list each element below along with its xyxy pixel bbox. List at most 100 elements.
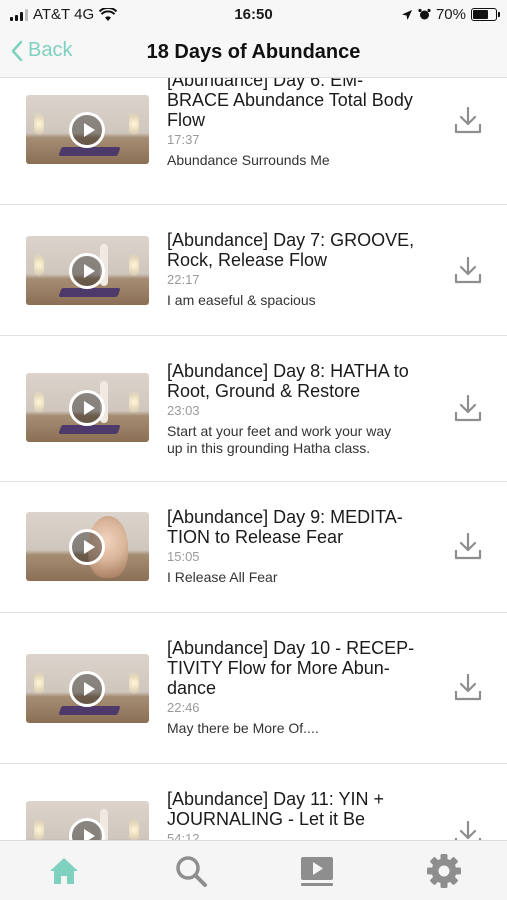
video-title-line: TIVITY Flow for More Abun- xyxy=(167,658,390,678)
thumbnail-lamp xyxy=(129,391,139,413)
download-button[interactable] xyxy=(453,672,483,702)
video-player-icon xyxy=(301,857,333,886)
video-description-line: I am easeful & spacious xyxy=(167,292,316,308)
video-description-line: Start at your feet and work your way xyxy=(167,423,392,439)
status-bar: AT&T 4G 16:50 70% xyxy=(0,0,507,30)
search-icon xyxy=(176,856,207,887)
location-arrow-icon xyxy=(401,9,412,20)
video-info: [Abundance] Day 10 - RECEP- TIVITY Flow f… xyxy=(167,638,445,737)
download-button[interactable] xyxy=(453,393,483,423)
download-icon xyxy=(454,820,482,840)
tab-home[interactable] xyxy=(46,853,82,889)
video-row[interactable]: [Abundance] Day 8: HATHA to Root, Ground … xyxy=(0,336,507,482)
video-title-line: [Abundance] Day 9: MEDITA- xyxy=(167,507,403,527)
video-title-line: dance xyxy=(167,678,217,698)
thumbnail-lamp xyxy=(129,672,139,694)
video-title-line: [Abundance] Day 8: HATHA to xyxy=(167,361,409,381)
download-button[interactable] xyxy=(453,105,483,135)
video-title: [Abundance] Day 8: HATHA to Root, Ground … xyxy=(167,361,445,401)
play-icon xyxy=(69,390,105,426)
play-icon xyxy=(69,529,105,565)
download-icon xyxy=(454,673,482,701)
battery-icon xyxy=(471,8,500,21)
video-description: May there be More Of.... xyxy=(167,720,445,737)
video-description: Abundance Surrounds Me xyxy=(167,152,445,169)
video-info: [Abundance] Day 11: YIN + JOURNALING - Le… xyxy=(167,789,445,840)
video-duration: 54:12 xyxy=(167,831,200,840)
download-icon xyxy=(454,394,482,422)
video-duration: 22:17 xyxy=(167,272,200,287)
video-info: [Abundance] Day 9: MEDITA- TION to Releas… xyxy=(167,507,445,586)
status-right: 70% xyxy=(401,6,500,23)
video-info: [Abundance] Day 8: HATHA to Root, Ground … xyxy=(167,361,445,457)
thumbnail-yoga-mat xyxy=(58,147,121,156)
download-button[interactable] xyxy=(453,819,483,840)
video-title-line: [Abundance] Day 10 - RECEP- xyxy=(167,638,415,658)
video-title-line: Flow xyxy=(167,110,206,130)
play-icon xyxy=(69,671,105,707)
video-description: I am easeful & spacious xyxy=(167,292,445,309)
navigation-bar: Back 18 Days of Abundance xyxy=(0,30,507,78)
video-title: [Abundance] Day 9: MEDITA- TION to Releas… xyxy=(167,507,445,547)
download-icon xyxy=(454,106,482,134)
thumbnail-lamp xyxy=(129,819,139,840)
video-description-line: Abundance Surrounds Me xyxy=(167,152,330,168)
thumbnail-lamp xyxy=(34,819,44,840)
battery-percent: 70% xyxy=(435,6,466,23)
download-button[interactable] xyxy=(453,255,483,285)
video-duration: 23:03 xyxy=(167,403,200,418)
download-icon xyxy=(454,256,482,284)
video-duration: 22:46 xyxy=(167,700,200,715)
video-description: I Release All Fear xyxy=(167,569,445,586)
thumbnail-yoga-mat xyxy=(58,425,121,434)
download-icon xyxy=(454,532,482,560)
home-icon xyxy=(50,858,78,884)
video-info: [Abundance] Day 7: GROOVE, Rock, Release … xyxy=(167,230,445,309)
video-thumbnail[interactable] xyxy=(26,801,149,840)
page-title: 18 Days of Abundance xyxy=(146,41,361,63)
video-row[interactable]: [Abundance] Day 9: MEDITA- TION to Releas… xyxy=(0,482,507,613)
tab-search[interactable] xyxy=(173,853,209,889)
download-button[interactable] xyxy=(453,531,483,561)
video-description-line: I Release All Fear xyxy=(167,569,278,585)
video-list[interactable]: [Abundance] Day 6: EM- BRACE Abundance To… xyxy=(0,78,507,840)
video-title-line: Root, Ground & Restore xyxy=(167,381,361,401)
video-title: [Abundance] Day 7: GROOVE, Rock, Release … xyxy=(167,230,445,270)
video-row[interactable]: [Abundance] Day 6: EM- BRACE Abundance To… xyxy=(0,78,507,205)
video-title-line: TION to Release Fear xyxy=(167,527,344,547)
tab-videos[interactable] xyxy=(299,853,335,889)
thumbnail-lamp xyxy=(34,672,44,694)
video-title-line: [Abundance] Day 6: EM- xyxy=(167,78,364,90)
video-info: [Abundance] Day 6: EM- BRACE Abundance To… xyxy=(167,78,445,169)
video-description-line: up in this grounding Hatha class. xyxy=(167,440,371,456)
gear-icon xyxy=(427,854,461,888)
video-title-line: [Abundance] Day 7: GROOVE, xyxy=(167,230,415,250)
video-description-line: May there be More Of.... xyxy=(167,720,319,736)
video-title: [Abundance] Day 6: EM- BRACE Abundance To… xyxy=(167,78,445,130)
video-thumbnail[interactable] xyxy=(26,236,149,305)
video-title-line: [Abundance] Day 11: YIN + xyxy=(167,789,384,809)
video-row[interactable]: [Abundance] Day 11: YIN + JOURNALING - Le… xyxy=(0,764,507,840)
video-thumbnail[interactable] xyxy=(26,95,149,164)
video-duration: 17:37 xyxy=(167,132,200,147)
video-thumbnail[interactable] xyxy=(26,373,149,442)
video-title-line: Rock, Release Flow xyxy=(167,250,328,270)
video-title-line: JOURNALING - Let it Be xyxy=(167,809,366,829)
video-duration: 15:05 xyxy=(167,549,200,564)
video-title: [Abundance] Day 10 - RECEP- TIVITY Flow f… xyxy=(167,638,445,698)
thumbnail-lamp xyxy=(129,254,139,276)
battery-fill xyxy=(473,10,489,19)
play-icon xyxy=(69,112,105,148)
alarm-clock-icon xyxy=(418,8,431,20)
tab-settings[interactable] xyxy=(426,853,462,889)
video-title: [Abundance] Day 11: YIN + JOURNALING - Le… xyxy=(167,789,445,829)
video-title-line: BRACE Abundance Total Body xyxy=(167,90,413,110)
video-row[interactable]: [Abundance] Day 7: GROOVE, Rock, Release … xyxy=(0,205,507,336)
video-thumbnail[interactable] xyxy=(26,512,149,581)
thumbnail-lamp xyxy=(129,113,139,135)
video-thumbnail[interactable] xyxy=(26,654,149,723)
thumbnail-lamp xyxy=(34,254,44,276)
thumbnail-lamp xyxy=(34,113,44,135)
video-row[interactable]: [Abundance] Day 10 - RECEP- TIVITY Flow f… xyxy=(0,613,507,764)
tab-bar xyxy=(0,840,507,900)
